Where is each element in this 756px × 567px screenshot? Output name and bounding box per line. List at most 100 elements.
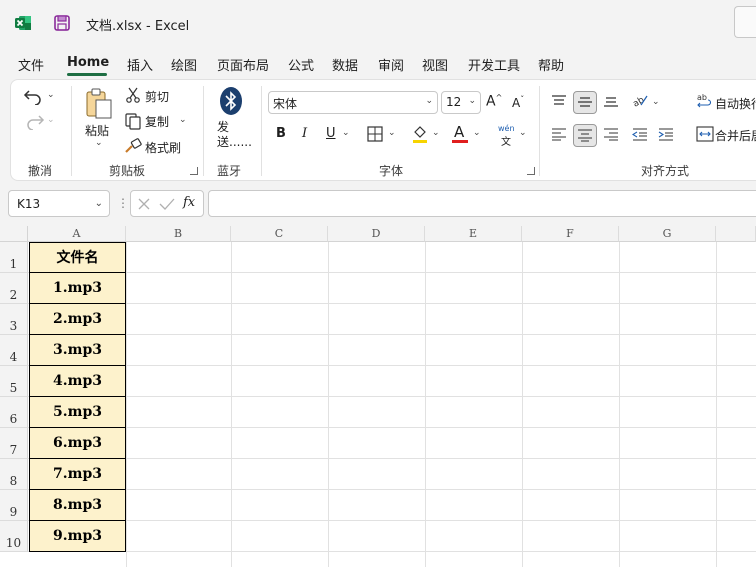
align-bottom-icon[interactable] [603, 94, 619, 108]
name-box[interactable]: K13 ⌄ [8, 190, 110, 217]
tab-help[interactable]: 帮助 [538, 55, 564, 74]
undo-icon[interactable] [23, 85, 45, 105]
row-header-3[interactable]: 3 [0, 304, 28, 335]
tab-home[interactable]: Home [67, 55, 109, 70]
font-launcher-icon[interactable] [527, 167, 535, 175]
column-header-g[interactable]: G [619, 226, 716, 242]
cut-button[interactable]: 剪切 [145, 88, 169, 105]
tab-developer[interactable]: 开发工具 [468, 55, 520, 74]
worksheet-grid[interactable]: ABCDEFG 1 2 3 4 5 6 7 8 9 10 文件名 1.mp3 2.mp3 3.mp3 4.… [0, 226, 756, 567]
bluetooth-send-button[interactable]: 发送...... [217, 120, 257, 150]
tab-file[interactable]: 文件 [18, 55, 44, 74]
merge-center-icon[interactable] [696, 126, 714, 142]
bold-icon[interactable]: B [276, 126, 286, 141]
underline-icon[interactable]: U [326, 126, 336, 141]
chevron-down-icon[interactable]: ⌄ [95, 198, 103, 209]
font-name-select[interactable]: 宋体 ⌄ [268, 91, 438, 114]
column-header-b[interactable]: B [126, 226, 231, 242]
row-gridline [28, 396, 756, 397]
cell-a4[interactable]: 3.mp3 [29, 335, 126, 366]
copy-button[interactable]: 复制 [145, 113, 169, 130]
tab-review[interactable]: 审阅 [378, 55, 404, 74]
cell-a5[interactable]: 4.mp3 [29, 366, 126, 397]
cancel-icon[interactable] [137, 197, 151, 211]
column-header-c[interactable]: C [231, 226, 328, 242]
paste-icon[interactable] [84, 88, 114, 120]
bluetooth-icon[interactable] [219, 86, 243, 116]
column-header-a[interactable]: A [28, 226, 126, 242]
phonetic-guide-icon[interactable]: wén [498, 124, 515, 133]
formula-input[interactable] [208, 190, 756, 217]
tab-view[interactable]: 视图 [422, 55, 448, 74]
tab-data[interactable]: 数据 [332, 55, 358, 74]
borders-icon[interactable] [367, 126, 383, 142]
ribbon: ⌄ ⌄ 撤消 粘贴 ⌄ 剪切 复制 ⌄ 格式刷 剪贴板 发送...... 蓝牙 … [10, 79, 756, 181]
font-color-dropdown-icon[interactable]: ⌄ [473, 128, 481, 138]
row-header-1[interactable]: 1 [0, 242, 28, 273]
excel-window: 文档.xlsx - Excel 文件 Home 插入 绘图 页面布局 公式 数据… [0, 0, 756, 567]
insert-function-icon[interactable]: fx [183, 195, 195, 210]
cut-icon[interactable] [125, 87, 141, 103]
increase-indent-icon[interactable] [658, 127, 674, 141]
paste-dropdown-icon[interactable]: ⌄ [95, 138, 103, 148]
title-bar-button[interactable] [734, 6, 756, 38]
paste-button[interactable]: 粘贴 [85, 122, 109, 139]
merge-center-button[interactable]: 合并后居中 [715, 127, 756, 144]
cell-a7[interactable]: 6.mp3 [29, 428, 126, 459]
font-size-select[interactable]: 12 ⌄ [441, 91, 481, 114]
column-header-d[interactable]: D [328, 226, 425, 242]
cell-a3[interactable]: 2.mp3 [29, 304, 126, 335]
wrap-text-button[interactable]: 自动换行 [715, 95, 756, 112]
decrease-font-size-icon[interactable]: Aˇ [512, 95, 524, 110]
row-header-7[interactable]: 7 [0, 428, 28, 459]
copy-icon[interactable] [124, 112, 142, 130]
align-left-icon[interactable] [551, 127, 567, 141]
cell-a8[interactable]: 7.mp3 [29, 459, 126, 490]
row-header-10[interactable]: 10 [0, 521, 28, 552]
tab-page-layout[interactable]: 页面布局 [217, 55, 269, 74]
align-right-icon[interactable] [603, 127, 619, 141]
copy-dropdown-icon[interactable]: ⌄ [179, 115, 187, 125]
column-header-h[interactable] [716, 226, 756, 242]
row-header-4[interactable]: 4 [0, 335, 28, 366]
redo-dropdown-icon[interactable]: ⌄ [47, 115, 55, 125]
fill-color-dropdown-icon[interactable]: ⌄ [432, 128, 440, 138]
tab-formulas[interactable]: 公式 [288, 55, 314, 74]
borders-dropdown-icon[interactable]: ⌄ [388, 128, 396, 138]
tab-draw[interactable]: 绘图 [171, 55, 197, 74]
cell-a2[interactable]: 1.mp3 [29, 273, 126, 304]
font-color-icon[interactable]: A [454, 123, 464, 141]
orientation-icon[interactable]: ab [631, 92, 649, 108]
format-painter-button[interactable]: 格式刷 [145, 139, 181, 156]
fill-color-icon[interactable] [411, 124, 429, 144]
wrap-text-icon[interactable]: ab [696, 92, 714, 110]
row-header-8[interactable]: 8 [0, 459, 28, 490]
format-painter-icon[interactable] [124, 138, 142, 154]
column-header-e[interactable]: E [425, 226, 522, 242]
align-top-icon[interactable] [551, 94, 567, 108]
enter-icon[interactable] [159, 197, 175, 211]
clipboard-launcher-icon[interactable] [190, 167, 198, 175]
row-header-2[interactable]: 2 [0, 273, 28, 304]
more-options-icon[interactable]: ⋮ [117, 196, 129, 210]
row-header-5[interactable]: 5 [0, 366, 28, 397]
decrease-indent-icon[interactable] [632, 127, 648, 141]
orientation-dropdown-icon[interactable]: ⌄ [652, 97, 660, 107]
select-all-corner[interactable] [0, 226, 28, 242]
cell-a10[interactable]: 9.mp3 [29, 521, 126, 552]
cell-a6[interactable]: 5.mp3 [29, 397, 126, 428]
undo-dropdown-icon[interactable]: ⌄ [47, 90, 55, 100]
increase-font-size-icon[interactable]: A^ [486, 93, 502, 110]
row-header-9[interactable]: 9 [0, 490, 28, 521]
row-header-6[interactable]: 6 [0, 397, 28, 428]
phonetic-dropdown-icon[interactable]: ⌄ [519, 128, 527, 138]
cell-a9[interactable]: 8.mp3 [29, 490, 126, 521]
column-gridline [619, 242, 620, 567]
italic-icon[interactable]: I [302, 126, 307, 141]
column-header-f[interactable]: F [522, 226, 619, 242]
underline-dropdown-icon[interactable]: ⌄ [342, 128, 350, 138]
redo-icon[interactable] [23, 110, 45, 130]
cell-a1-header[interactable]: 文件名 [29, 242, 126, 273]
save-icon[interactable] [53, 14, 71, 32]
tab-insert[interactable]: 插入 [127, 55, 153, 74]
